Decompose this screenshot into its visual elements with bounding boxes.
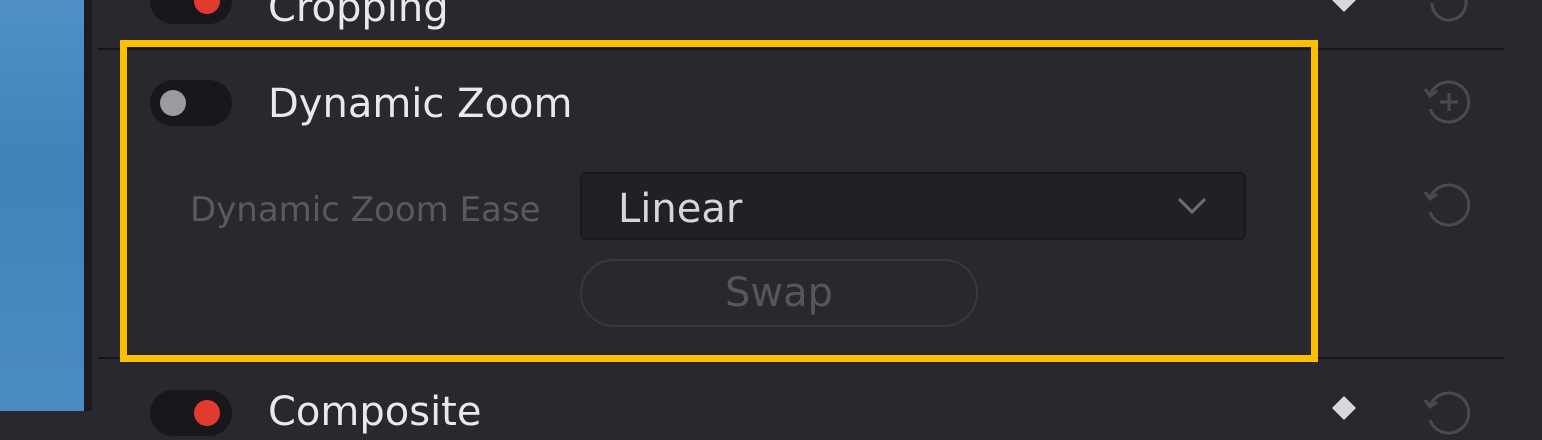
toggle-knob [194, 0, 220, 14]
composite-title: Composite [268, 389, 482, 435]
cropping-title: Cropping [268, 0, 449, 31]
panel-border [84, 0, 92, 411]
add-keyframe-icon[interactable] [1422, 75, 1476, 129]
add-keyframe-icon[interactable] [1422, 0, 1476, 30]
viewer-edge [0, 0, 84, 411]
cropping-toggle[interactable] [150, 0, 232, 24]
toggle-knob [194, 400, 220, 426]
composite-toggle[interactable] [150, 390, 232, 436]
add-keyframe-icon[interactable] [1422, 386, 1476, 440]
keyframe-diamond-icon[interactable] [1330, 0, 1358, 14]
keyframe-diamond-icon[interactable] [1330, 394, 1358, 422]
highlight-box [120, 40, 1318, 362]
reset-icon[interactable] [1422, 178, 1476, 232]
